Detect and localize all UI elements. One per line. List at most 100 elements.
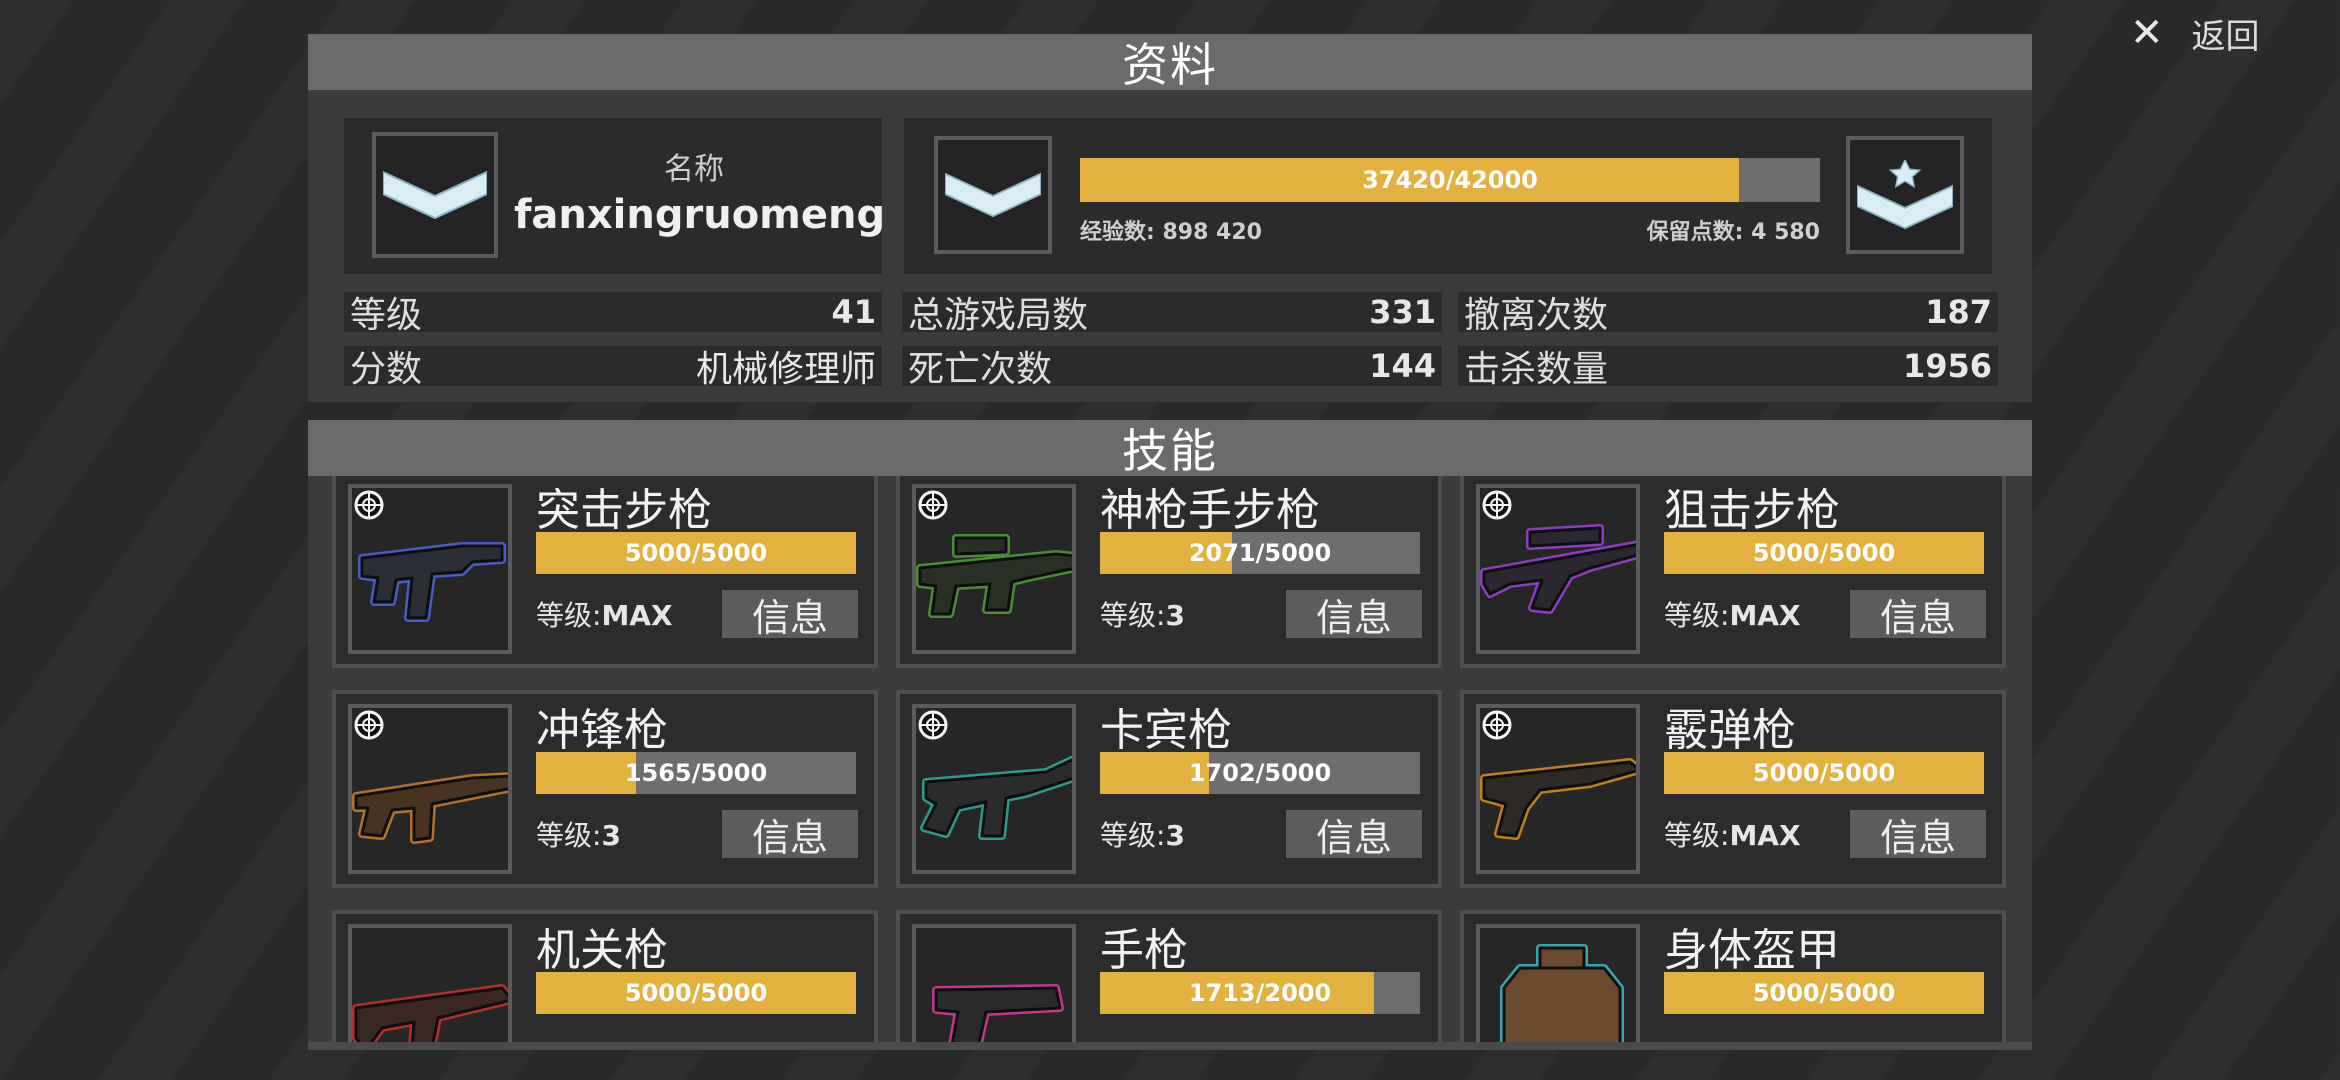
skill-progress-text: 2071/5000 [1188, 539, 1332, 567]
crosshair-icon [918, 710, 948, 740]
xp-card: 37420/42000 经验数: 898 420 保留点数: 4 580 [904, 118, 1992, 274]
skill-card: 狙击步枪 5000/5000 等级:MAX 信息 [1460, 476, 2006, 668]
skill-progress-bar: 1713/2000 [1100, 972, 1420, 1014]
rank-chevron-icon [372, 132, 498, 258]
skills-header: 技能 [308, 420, 2032, 478]
stat-kills: 击杀数量 1956 [1458, 346, 1998, 390]
level-value: MAX [1729, 819, 1801, 852]
crosshair-icon [354, 710, 384, 740]
xp-bar-text: 37420/42000 [1362, 166, 1538, 194]
next-rank-icon [1846, 136, 1964, 254]
skill-progress-bar: 5000/5000 [1664, 972, 1984, 1014]
level-value: 3 [1165, 819, 1185, 852]
skill-card: 卡宾枪 1702/5000 等级:3 信息 [896, 690, 1442, 888]
info-button[interactable]: 信息 [1850, 810, 1986, 860]
skill-name: 手枪 [1100, 925, 1188, 976]
skill-progress-bar: 1702/5000 [1100, 752, 1420, 794]
level-prefix: 等级: [1664, 599, 1730, 632]
crosshair-icon [1482, 490, 1512, 520]
stat-label: 等级 [350, 295, 423, 336]
stat-value: 1956 [1902, 347, 1992, 385]
skill-progress-text: 1713/2000 [1188, 979, 1332, 1007]
stat-level: 等级 41 [344, 292, 882, 336]
skill-level: 等级:3 [1100, 594, 1185, 634]
profile-panel: 资料 名称 fanxingruomeng 37420/42000 经验数: 89… [308, 34, 2032, 402]
skill-progress-text: 5000/5000 [624, 539, 768, 567]
xp-bar: 37420/42000 [1080, 158, 1820, 202]
skill-level: 等级:MAX [536, 594, 673, 634]
stat-extractions: 撤离次数 187 [1458, 292, 1998, 336]
level-value: MAX [1729, 599, 1801, 632]
stat-value: 144 [1369, 347, 1436, 385]
skills-panel: 技能 突击步枪 5000/5000 等级:MAX 信息 神枪手步枪 2071/5… [308, 420, 2032, 1050]
player-name: fanxingruomeng [514, 192, 886, 238]
stat-deaths: 死亡次数 144 [902, 346, 1442, 390]
close-icon: ✕ [2130, 10, 2164, 56]
skill-progress-text: 5000/5000 [1752, 539, 1896, 567]
skill-progress-text: 1565/5000 [624, 759, 768, 787]
skill-card: 身体盔甲 5000/5000 [1460, 910, 2006, 1050]
skill-card: 手枪 1713/2000 [896, 910, 1442, 1050]
stat-label: 击杀数量 [1464, 349, 1609, 390]
stat-score: 分数 机械修理师 [344, 346, 882, 390]
info-button[interactable]: 信息 [722, 590, 858, 640]
skill-name: 卡宾枪 [1100, 705, 1232, 756]
profile-header: 资料 [308, 34, 2032, 92]
skill-card: 神枪手步枪 2071/5000 等级:3 信息 [896, 476, 1442, 668]
marksman-rifle-icon [912, 484, 1076, 654]
stat-value: 机械修理师 [695, 349, 876, 390]
name-card: 名称 fanxingruomeng [344, 118, 886, 274]
level-value: 3 [601, 819, 621, 852]
skill-progress-text: 5000/5000 [1752, 759, 1896, 787]
total-exp-text: 经验数: 898 420 [1080, 220, 1262, 245]
skill-level: 等级:3 [1100, 814, 1185, 854]
level-value: MAX [601, 599, 673, 632]
level-prefix: 等级: [536, 599, 602, 632]
crosshair-icon [918, 490, 948, 520]
skill-name: 神枪手步枪 [1100, 485, 1320, 536]
skill-name: 身体盔甲 [1664, 925, 1840, 976]
skill-level: 等级:MAX [1664, 594, 1801, 634]
skill-name: 狙击步枪 [1664, 485, 1840, 536]
reserve-points-text: 保留点数: 4 580 [1646, 220, 1820, 245]
info-button[interactable]: 信息 [1286, 590, 1422, 640]
crosshair-icon [354, 490, 384, 520]
skill-level: 等级:MAX [1664, 814, 1801, 854]
stat-label: 分数 [350, 349, 423, 390]
skill-name: 机关枪 [536, 925, 668, 976]
skill-name: 霰弹枪 [1664, 705, 1796, 756]
level-prefix: 等级: [1100, 599, 1166, 632]
skill-progress-bar: 5000/5000 [536, 532, 856, 574]
stat-value: 187 [1925, 293, 1992, 331]
level-prefix: 等级: [1100, 819, 1166, 852]
submachine-gun-icon [348, 704, 512, 874]
skill-progress-bar: 5000/5000 [1664, 752, 1984, 794]
skill-card: 突击步枪 5000/5000 等级:MAX 信息 [332, 476, 878, 668]
skill-progress-text: 5000/5000 [1752, 979, 1896, 1007]
body-armor-icon [1476, 924, 1640, 1050]
carbine-icon [912, 704, 1076, 874]
back-label: 返回 [2191, 16, 2260, 57]
skill-progress-bar: 5000/5000 [536, 972, 856, 1014]
pistol-icon [912, 924, 1076, 1050]
skill-card: 冲锋枪 1565/5000 等级:3 信息 [332, 690, 878, 888]
skill-name: 冲锋枪 [536, 705, 668, 756]
skill-progress-text: 1702/5000 [1188, 759, 1332, 787]
stat-value: 41 [831, 293, 876, 331]
skill-name: 突击步枪 [536, 485, 712, 536]
back-button[interactable]: ✕ 返回 [2130, 8, 2340, 58]
skill-progress-bar: 2071/5000 [1100, 532, 1420, 574]
skills-scroll-area[interactable]: 突击步枪 5000/5000 等级:MAX 信息 神枪手步枪 2071/5000… [308, 476, 2032, 1050]
crosshair-icon [1482, 710, 1512, 740]
skill-progress-bar: 1565/5000 [536, 752, 856, 794]
level-prefix: 等级: [536, 819, 602, 852]
info-button[interactable]: 信息 [1286, 810, 1422, 860]
skill-card: 机关枪 5000/5000 [332, 910, 878, 1050]
level-prefix: 等级: [1664, 819, 1730, 852]
level-value: 3 [1165, 599, 1185, 632]
info-button[interactable]: 信息 [722, 810, 858, 860]
skill-progress-bar: 5000/5000 [1664, 532, 1984, 574]
skill-progress-text: 5000/5000 [624, 979, 768, 1007]
stat-total-games: 总游戏局数 331 [902, 292, 1442, 336]
info-button[interactable]: 信息 [1850, 590, 1986, 640]
